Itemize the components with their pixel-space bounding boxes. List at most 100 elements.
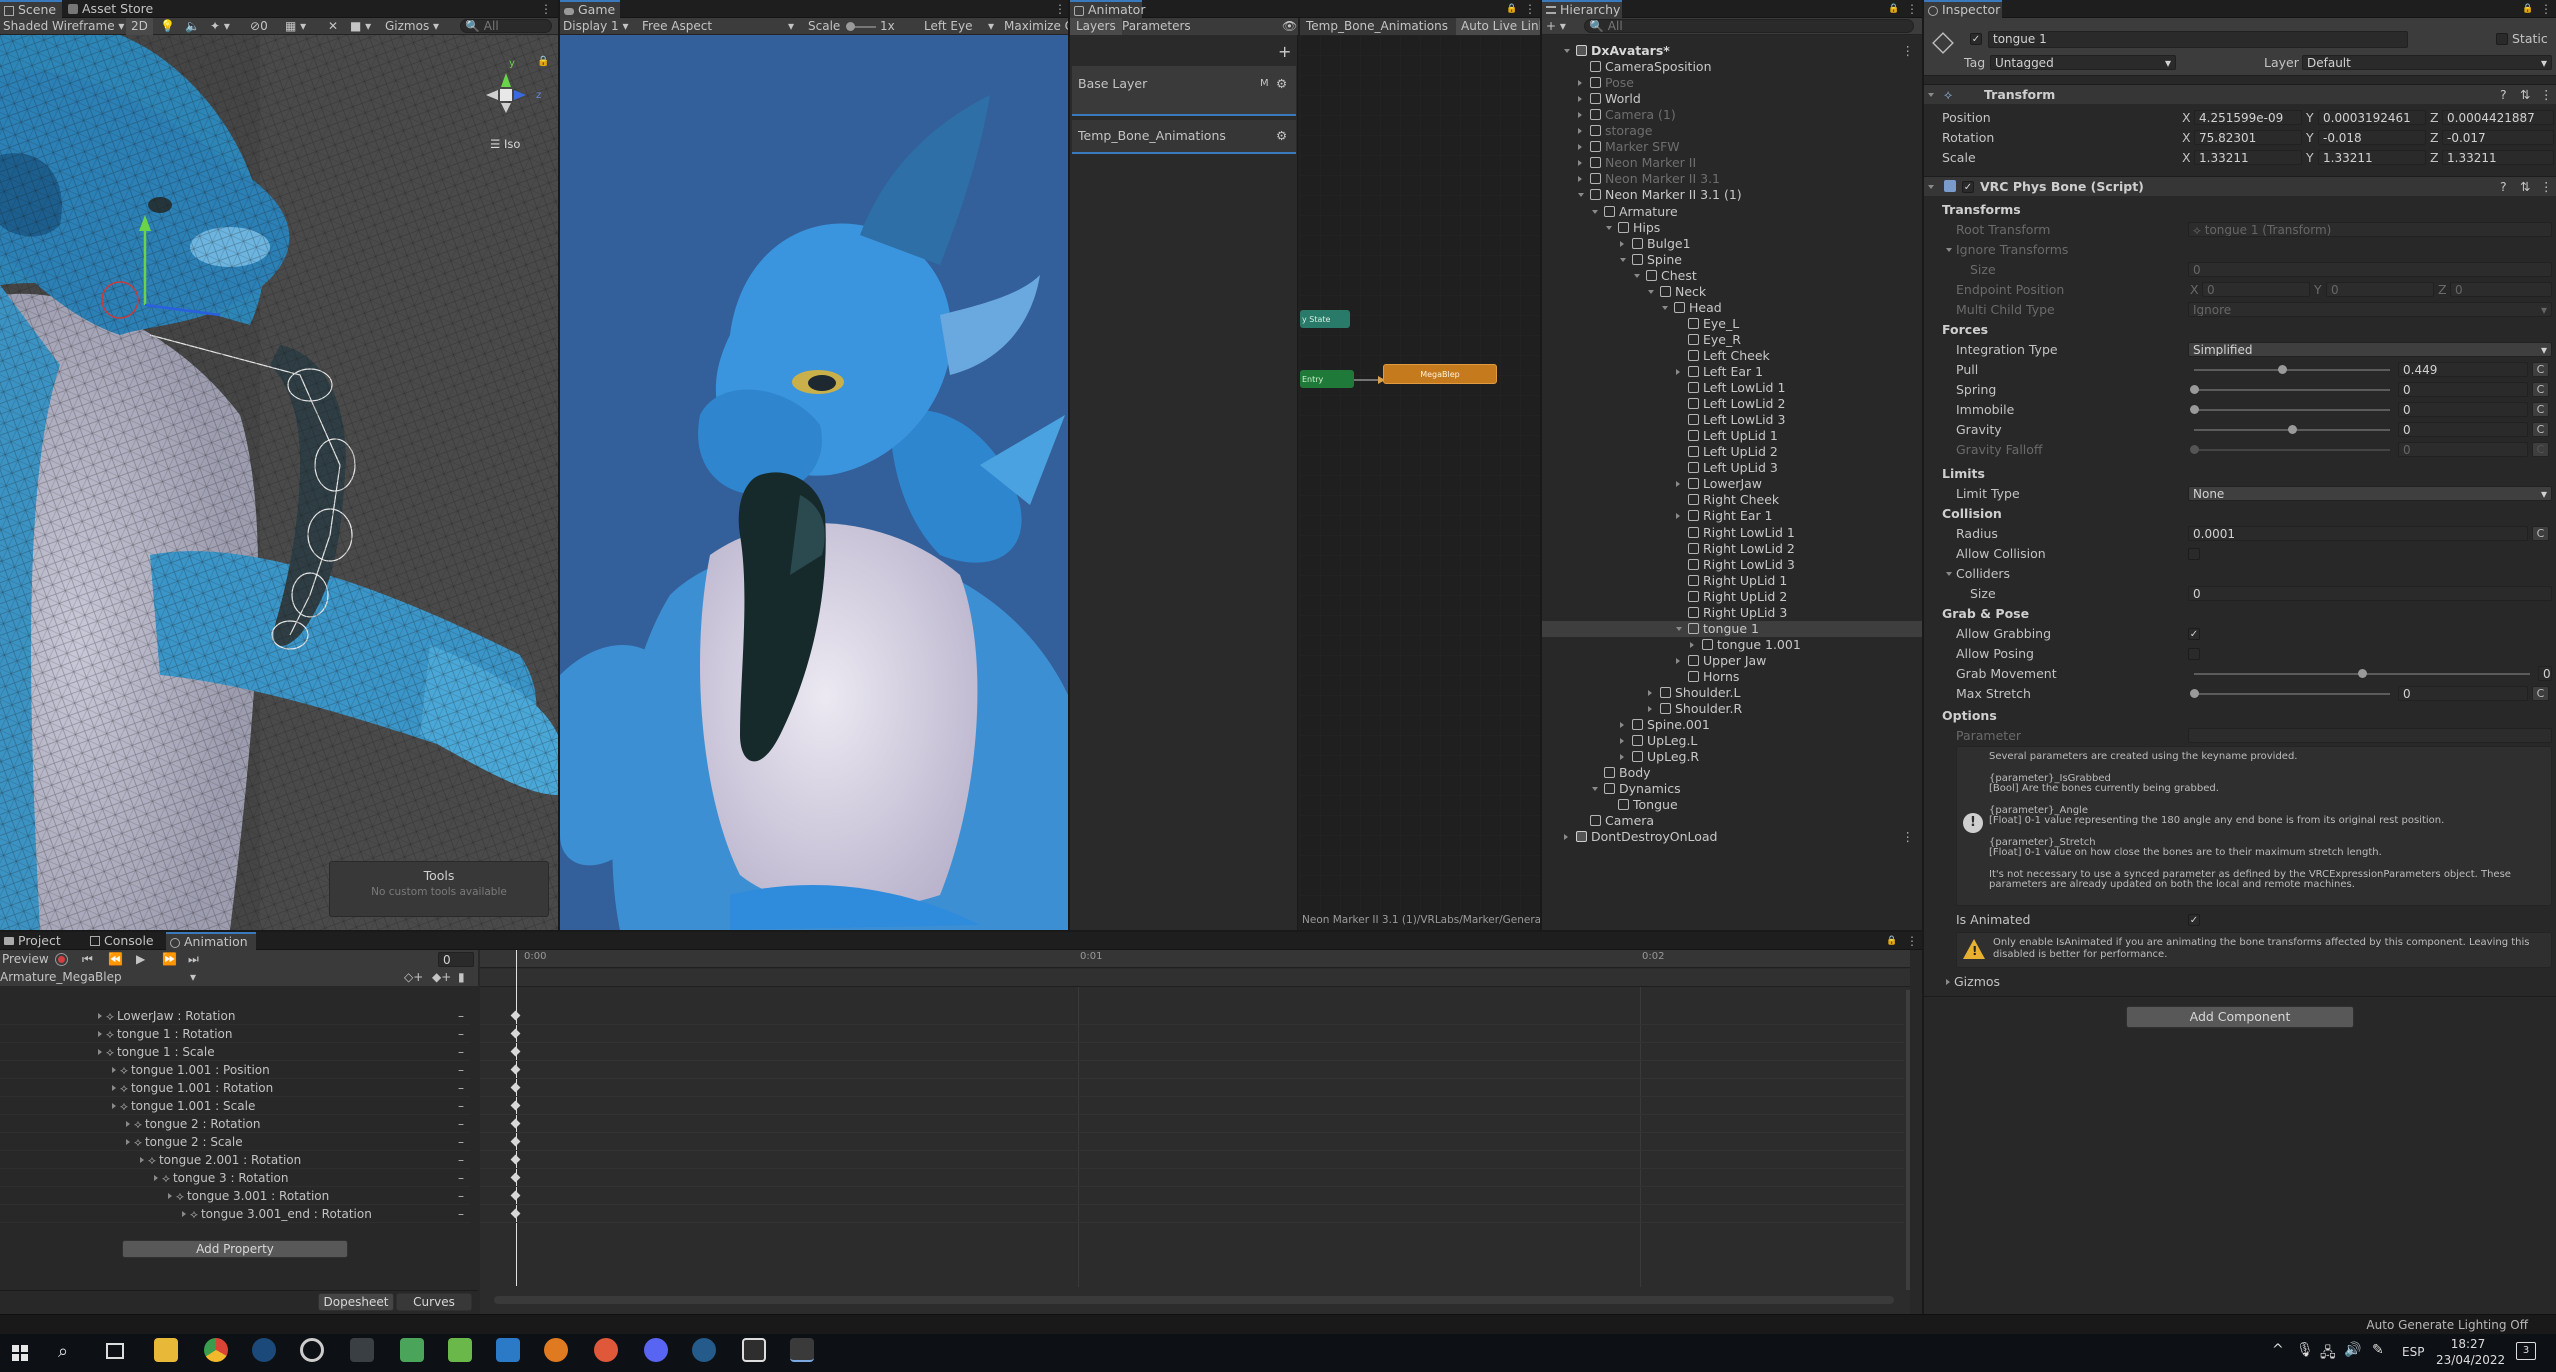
hierarchy-item[interactable]: Neck [1542,284,1922,300]
app-icon-5[interactable] [350,1338,374,1362]
hierarchy-item[interactable]: Horns [1542,669,1922,685]
gravity-slider[interactable] [2194,425,2390,434]
hierarchy-item[interactable]: Hips [1542,220,1922,236]
radius-field[interactable]: 0.0001 [2188,526,2528,541]
tab-layers[interactable]: Layers [1070,18,1122,35]
chevron-icon[interactable] [1620,733,1632,749]
pen-icon[interactable]: ✎ [2372,1342,2384,1358]
more-icon[interactable]: ⋮ [1902,829,1915,845]
position-z-field[interactable]: 0.0004421887 [2442,110,2554,125]
animator-graph[interactable] [1300,35,1540,915]
notification-icon[interactable]: 3 [2516,1342,2536,1360]
hierarchy-item[interactable]: Head [1542,300,1922,316]
scene-viewport[interactable] [0,35,558,930]
is-animated-checkbox[interactable]: ✓ [2188,914,2200,926]
remove-property-icon[interactable]: – [458,1044,464,1061]
tab-project[interactable]: Project [0,932,67,950]
static-checkbox[interactable] [2496,33,2508,45]
hierarchy-item[interactable]: Chest [1542,268,1922,284]
chevron-icon[interactable] [1564,829,1576,845]
controller-breadcrumb[interactable]: Temp_Bone_Animations [1306,18,1448,35]
eye-icon[interactable]: 👁 [1282,18,1297,35]
hidden-layers-icon[interactable]: ⊘0 [250,18,268,35]
lock-icon[interactable]: 🔒 [2522,2,2533,16]
audio-icon[interactable]: 🔈 [185,18,200,35]
hierarchy-item[interactable]: Tongue [1542,797,1922,813]
tab-scene[interactable]: Scene [0,0,62,18]
remove-property-icon[interactable]: – [458,1080,464,1097]
tab-parameters[interactable]: Parameters [1122,18,1191,35]
integration-dropdown[interactable]: Simplified ▾ [2188,342,2552,357]
animation-property-row[interactable]: ⟡ tongue 3.001_end : Rotation – [0,1206,470,1223]
chevron-icon[interactable] [1648,701,1660,717]
hierarchy-item[interactable]: World [1542,91,1922,107]
clip-dropdown[interactable]: Armature_MegaBlep ▾ [0,969,196,986]
discord-icon[interactable] [644,1338,668,1362]
iso-toggle[interactable]: ☰ Iso [490,137,520,151]
pull-slider[interactable] [2194,365,2390,374]
hierarchy-item[interactable]: Neon Marker II 3.1 [1542,171,1922,187]
lock-icon[interactable]: 🔒 [1506,2,1517,16]
animation-property-row[interactable]: ⟡ tongue 1.001 : Rotation – [0,1080,470,1097]
more-icon[interactable]: ⋮ [2540,87,2553,103]
immobile-slider[interactable] [2190,405,2390,414]
frame-field[interactable]: 0 [438,952,474,967]
gear-icon[interactable]: ⚙ [1276,128,1287,144]
hierarchy-item[interactable]: Pose [1542,75,1922,91]
hierarchy-item[interactable]: UpLeg.L [1542,733,1922,749]
state-node-megablep[interactable]: MegaBlep [1383,364,1497,384]
remove-property-icon[interactable]: – [458,1134,464,1151]
grab-movement-field[interactable]: 0.5 [2538,666,2552,681]
animation-property-row[interactable]: ⟡ tongue 3.001 : Rotation – [0,1188,470,1205]
hierarchy-search-input[interactable]: 🔍 All [1584,19,1914,33]
hierarchy-item[interactable]: CameraSposition [1542,59,1922,75]
chevron-icon[interactable] [1606,220,1618,236]
hierarchy-item[interactable]: Marker SFW [1542,139,1922,155]
tab-asset-store[interactable]: Asset Store [64,0,159,18]
more-icon[interactable]: ⋮ [1906,934,1918,948]
add-event-icon[interactable]: ◆+ [432,969,451,986]
scale-y-field[interactable]: 1.33211 [2318,150,2426,165]
remove-property-icon[interactable]: – [458,1170,464,1187]
chevron-icon[interactable] [1578,187,1590,203]
grab-movement-slider-knob[interactable] [2358,669,2367,678]
event-track[interactable] [480,969,1910,987]
transform-header[interactable]: ⟡ Transform ? ⇅ ⋮ [1924,84,2556,104]
volume-icon[interactable]: 🔊 [2344,1342,2361,1358]
windows-start-icon[interactable] [12,1345,28,1361]
more-icon[interactable]: ⋮ [1524,2,1536,16]
hierarchy-item[interactable]: Right LowLid 3 [1542,557,1922,573]
add-property-button[interactable]: Add Property [122,1240,348,1258]
chevron-icon[interactable] [1676,653,1688,669]
chevron-icon[interactable] [1578,107,1590,123]
chevron-icon[interactable] [1676,476,1688,492]
chevron-icon[interactable] [1676,364,1688,380]
chrome-icon[interactable] [204,1338,228,1362]
chevron-icon[interactable] [1592,204,1604,220]
timeline-ruler[interactable]: 0:00 0:01 0:02 [480,950,1910,968]
hierarchy-item[interactable]: Right Ear 1 [1542,508,1922,524]
position-y-field[interactable]: 0.0003192461 [2318,110,2426,125]
task-view-icon[interactable] [106,1343,124,1359]
tab-inspector[interactable]: Inspector [1924,0,2002,18]
hierarchy-item[interactable]: UpLeg.R [1542,749,1922,765]
hierarchy-item[interactable]: Left LowLid 3 [1542,412,1922,428]
hierarchy-item[interactable]: Right Cheek [1542,492,1922,508]
chevron-icon[interactable] [1620,236,1632,252]
tab-animator[interactable]: Animator [1070,0,1145,18]
remove-property-icon[interactable]: – [458,1026,464,1043]
hierarchy-item[interactable]: Eye_R [1542,332,1922,348]
grid-toggle-icon[interactable]: ▦ ▾ [285,18,306,35]
gear-icon[interactable]: ⚙ [1276,76,1287,92]
tab-game[interactable]: Game [560,0,620,18]
firefox-icon[interactable] [594,1338,618,1362]
chevron-icon[interactable] [1578,155,1590,171]
hierarchy-item[interactable]: tongue 1.001 [1542,637,1922,653]
more-icon[interactable]: ⋮ [2540,2,2552,16]
hierarchy-item[interactable]: Spine.001 [1542,717,1922,733]
hierarchy-item[interactable]: Spine [1542,252,1922,268]
chevron-icon[interactable] [1578,171,1590,187]
hierarchy-item[interactable]: Left Cheek [1542,348,1922,364]
help-icon[interactable]: ? [2500,179,2507,195]
tab-hierarchy[interactable]: Hierarchy [1542,0,1622,18]
